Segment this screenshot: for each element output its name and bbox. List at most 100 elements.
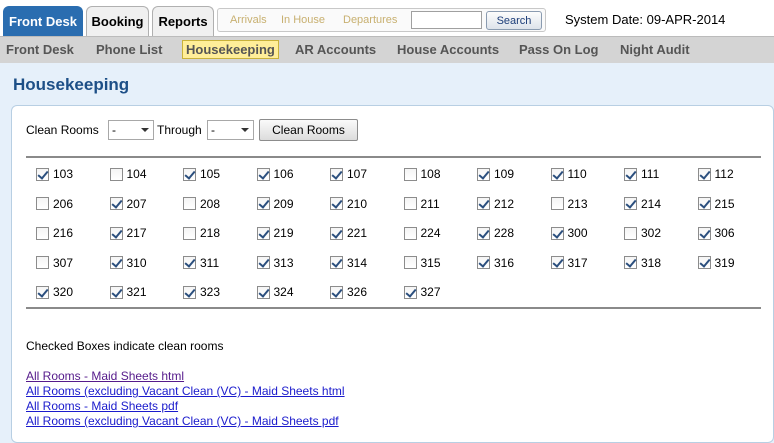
room-clean-checkbox[interactable]: [330, 256, 343, 269]
room-clean-checkbox[interactable]: [109, 285, 123, 299]
room-clean-checkbox[interactable]: [697, 226, 711, 240]
room-clean-checkbox[interactable]: [109, 226, 123, 240]
room-number: 317: [567, 255, 588, 270]
room-clean-checkbox[interactable]: [403, 256, 417, 269]
arrivals-link[interactable]: Arrivals: [230, 14, 267, 26]
room-clean-checkbox[interactable]: [109, 197, 123, 210]
room-number: 327: [420, 285, 441, 299]
room-number: 112: [714, 167, 734, 181]
room-clean-checkbox[interactable]: [36, 197, 49, 210]
room-clean-checkbox[interactable]: [624, 167, 637, 181]
room-item: 319: [697, 255, 735, 270]
room-clean-checkbox[interactable]: [256, 256, 270, 269]
from-room-select[interactable]: -: [108, 120, 154, 140]
in-house-link[interactable]: In House: [281, 14, 325, 26]
room-clean-checkbox[interactable]: [477, 226, 490, 240]
room-clean-checkbox[interactable]: [330, 226, 343, 240]
tab-front-desk[interactable]: Front Desk: [3, 6, 83, 36]
through-room-select[interactable]: -: [207, 120, 254, 140]
room-number: 216: [53, 226, 74, 240]
room-clean-checkbox[interactable]: [330, 167, 343, 181]
room-clean-checkbox[interactable]: [477, 197, 490, 210]
nav-house-accounts[interactable]: House Accounts: [397, 42, 499, 57]
room-clean-checkbox[interactable]: [109, 256, 123, 269]
room-clean-checkbox[interactable]: [550, 197, 564, 210]
maid-sheets-html-link[interactable]: All Rooms - Maid Sheets html: [26, 369, 184, 383]
room-item: 306: [697, 226, 735, 240]
room-number: 111: [641, 167, 660, 181]
room-clean-checkbox[interactable]: [183, 256, 196, 269]
room-clean-checkbox[interactable]: [36, 226, 49, 240]
maid-sheets-pdf-link[interactable]: All Rooms - Maid Sheets pdf: [26, 399, 178, 413]
room-item: 104: [109, 167, 147, 181]
room-clean-checkbox[interactable]: [697, 167, 711, 181]
room-clean-checkbox[interactable]: [330, 285, 343, 299]
room-number: 319: [714, 255, 735, 270]
room-clean-checkbox[interactable]: [477, 167, 490, 181]
room-number: 108: [420, 167, 441, 181]
nav-front-desk[interactable]: Front Desk: [6, 42, 74, 57]
room-item: 215: [697, 197, 735, 211]
room-clean-checkbox[interactable]: [624, 256, 637, 269]
room-number: 103: [53, 167, 74, 181]
room-clean-checkbox[interactable]: [36, 285, 49, 299]
room-number: 218: [200, 226, 221, 240]
room-number: 210: [347, 196, 368, 211]
through-label: Through: [157, 123, 202, 137]
room-clean-checkbox[interactable]: [403, 167, 417, 181]
room-number: 318: [641, 255, 662, 270]
room-item: 313: [256, 255, 294, 270]
room-item: 228: [477, 226, 514, 240]
room-item: 315: [403, 256, 441, 270]
room-clean-checkbox[interactable]: [550, 256, 564, 269]
room-number: 228: [494, 226, 515, 240]
chevron-down-icon: [241, 128, 249, 132]
room-clean-checkbox[interactable]: [330, 197, 343, 210]
room-number: 321: [126, 285, 147, 299]
room-clean-checkbox[interactable]: [624, 197, 637, 210]
nav-pass-on-log[interactable]: Pass On Log: [519, 42, 598, 57]
room-number: 104: [126, 167, 147, 181]
maid-sheets-html-excluding-vc-link[interactable]: All Rooms (excluding Vacant Clean (VC) -…: [26, 384, 345, 398]
room-clean-checkbox[interactable]: [256, 167, 270, 181]
room-item: 327: [403, 285, 441, 299]
tab-reports[interactable]: Reports: [152, 6, 214, 36]
room-clean-checkbox[interactable]: [183, 226, 196, 240]
room-clean-checkbox[interactable]: [36, 167, 49, 181]
room-clean-checkbox[interactable]: [256, 285, 270, 299]
room-clean-checkbox[interactable]: [403, 197, 417, 210]
room-clean-checkbox[interactable]: [550, 226, 564, 240]
nav-housekeeping[interactable]: Housekeeping: [182, 40, 279, 59]
room-clean-checkbox[interactable]: [403, 285, 417, 299]
nav-ar-accounts[interactable]: AR Accounts: [295, 42, 376, 57]
room-clean-checkbox[interactable]: [183, 285, 196, 299]
room-item: 213: [550, 197, 588, 211]
room-clean-checkbox[interactable]: [697, 256, 711, 269]
room-clean-checkbox[interactable]: [697, 197, 711, 210]
room-clean-checkbox[interactable]: [256, 197, 270, 210]
departures-link[interactable]: Departures: [343, 14, 397, 26]
maid-sheets-pdf-excluding-vc-link[interactable]: All Rooms (excluding Vacant Clean (VC) -…: [26, 414, 339, 428]
room-number: 219: [273, 226, 294, 240]
search-input[interactable]: [411, 11, 482, 29]
top-bar: Front Desk Booking Reports Arrivals In H…: [0, 0, 774, 36]
room-number: 313: [273, 255, 294, 270]
room-clean-checkbox[interactable]: [477, 256, 490, 269]
nav-night-audit[interactable]: Night Audit: [620, 42, 690, 57]
room-clean-checkbox[interactable]: [256, 226, 270, 240]
room-item: 109: [477, 167, 514, 181]
room-clean-checkbox[interactable]: [36, 256, 49, 269]
room-clean-checkbox[interactable]: [183, 197, 196, 210]
room-clean-checkbox[interactable]: [109, 167, 123, 181]
room-clean-checkbox[interactable]: [624, 226, 637, 240]
clean-rooms-button[interactable]: Clean Rooms: [259, 119, 358, 141]
room-clean-checkbox[interactable]: [183, 167, 196, 181]
room-clean-checkbox[interactable]: [550, 167, 564, 181]
room-item: 310: [109, 256, 147, 270]
room-clean-checkbox[interactable]: [403, 226, 417, 240]
tab-booking[interactable]: Booking: [86, 6, 149, 36]
search-button[interactable]: Search: [486, 11, 542, 30]
room-item: 311: [183, 256, 219, 270]
nav-phone-list[interactable]: Phone List: [96, 42, 162, 57]
room-item: 326: [330, 285, 367, 299]
